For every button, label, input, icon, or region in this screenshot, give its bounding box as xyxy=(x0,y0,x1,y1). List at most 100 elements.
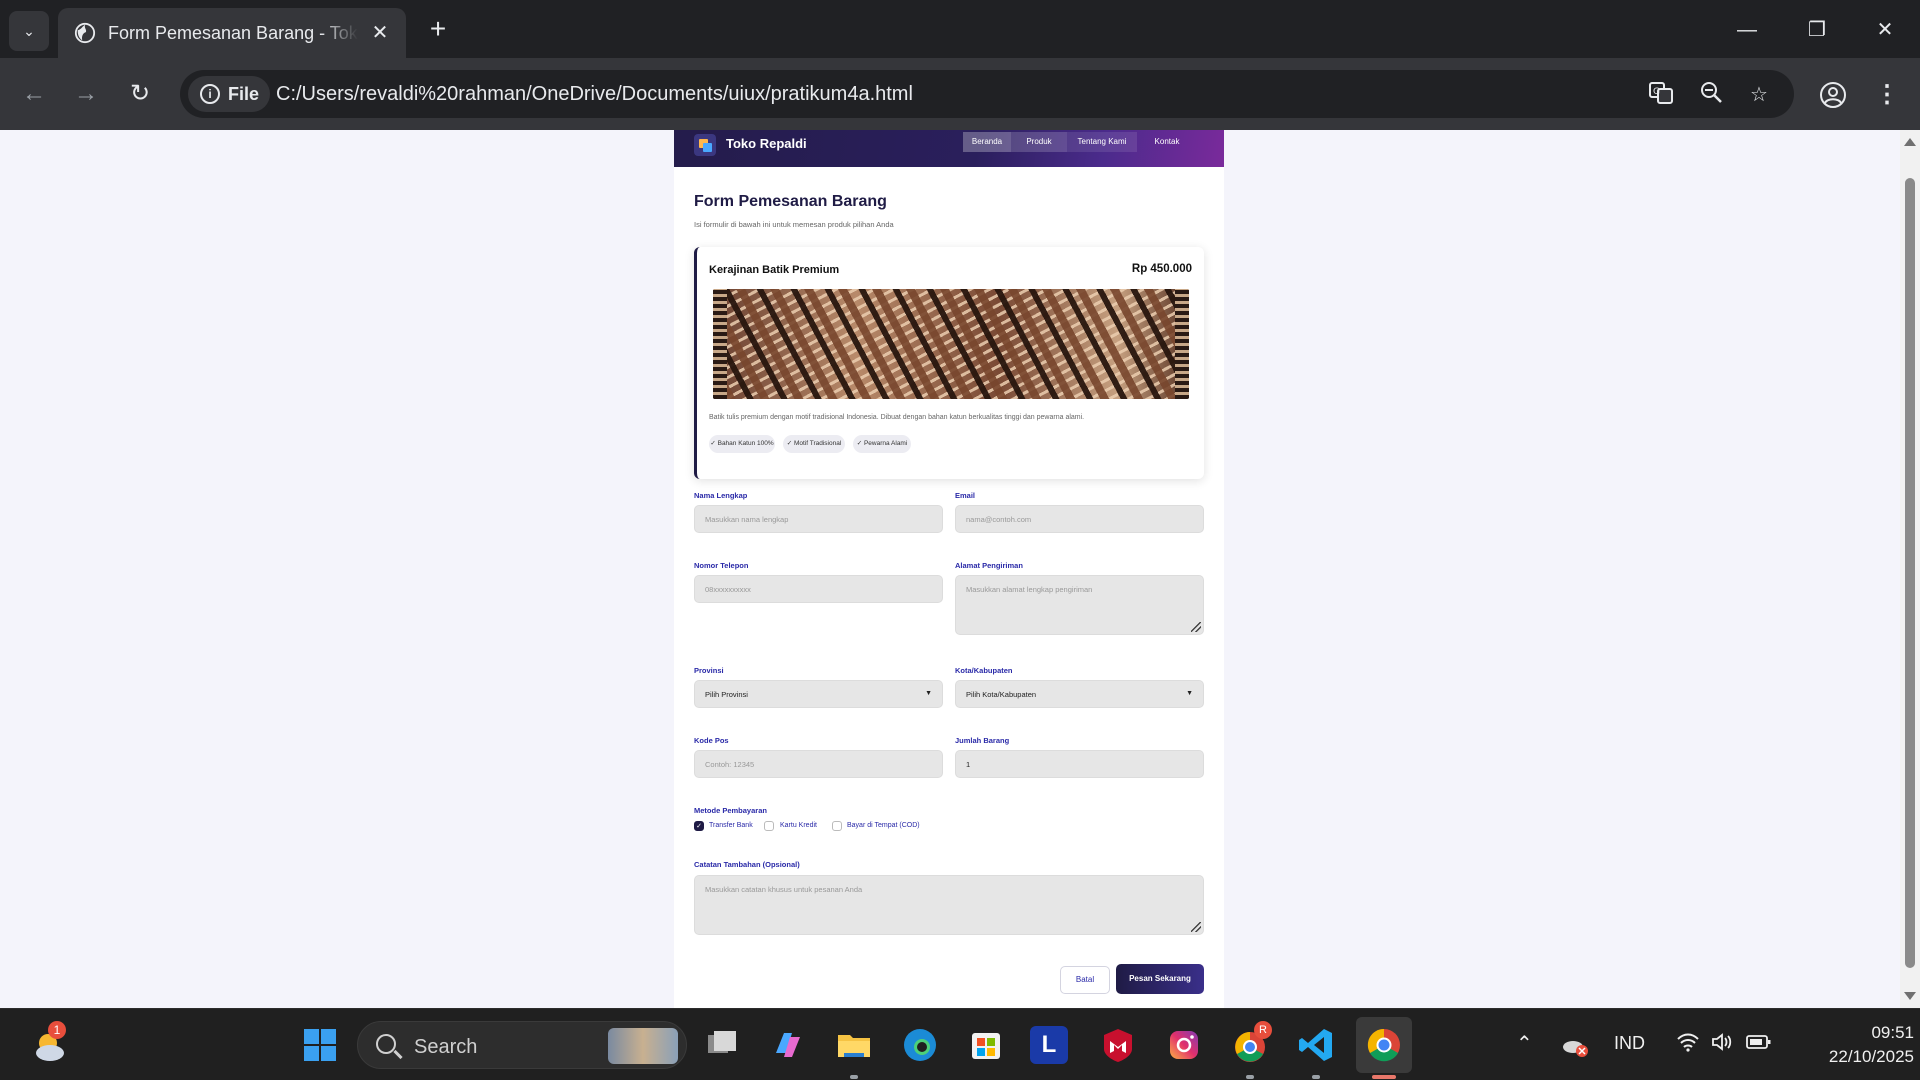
jumlah-label: Jumlah Barang xyxy=(955,736,1010,745)
info-icon: i xyxy=(200,84,220,104)
taskbar: 1 Search L R ⌃ IND 09:51 22/10/2025 xyxy=(0,1008,1920,1080)
zoom-icon[interactable] xyxy=(1696,80,1726,110)
nav-tentang-kami[interactable]: Tentang Kami xyxy=(1067,132,1137,152)
translate-icon[interactable]: G xyxy=(1646,80,1676,110)
close-window-icon[interactable]: ✕ xyxy=(1860,10,1910,50)
file-explorer-icon[interactable] xyxy=(832,1023,876,1067)
minimize-icon[interactable]: — xyxy=(1722,10,1772,50)
telepon-input[interactable]: 08xxxxxxxxxx xyxy=(694,575,943,603)
resize-handle-icon[interactable] xyxy=(1191,922,1201,932)
running-indicator xyxy=(1246,1075,1254,1079)
payment-cod-checkbox[interactable] xyxy=(832,821,842,831)
restore-icon[interactable]: ❐ xyxy=(1792,10,1842,50)
telepon-placeholder: 08xxxxxxxxxx xyxy=(705,585,751,594)
nama-input[interactable]: Masukkan nama lengkap xyxy=(694,505,943,533)
profile-icon[interactable] xyxy=(1818,80,1848,110)
kodepos-placeholder: Contoh: 12345 xyxy=(705,760,755,769)
url-text[interactable]: C:/Users/revaldi%20rahman/OneDrive/Docum… xyxy=(276,70,913,118)
resize-handle-icon[interactable] xyxy=(1191,622,1201,632)
product-image xyxy=(713,289,1189,399)
dropdown-arrow-icon: ▼ xyxy=(925,690,932,697)
address-bar[interactable]: i File C:/Users/revaldi%20rahman/OneDriv… xyxy=(180,70,1794,118)
reload-icon[interactable]: ↻ xyxy=(124,78,156,110)
product-tag: ✓ Motif Tradisional xyxy=(783,435,845,453)
payment-option-label[interactable]: Transfer Bank xyxy=(709,822,753,829)
tab-list-icon[interactable]: ⌄ xyxy=(9,11,49,51)
email-placeholder: nama@contoh.com xyxy=(966,515,1032,524)
nav-beranda[interactable]: Beranda xyxy=(963,132,1011,152)
order-page: Toko Repaldi Beranda Produk Tentang Kami… xyxy=(674,130,1224,1008)
close-icon[interactable]: ✕ xyxy=(368,21,392,45)
taskbar-search[interactable]: Search xyxy=(357,1021,687,1069)
weather-icon[interactable]: 1 xyxy=(28,1021,72,1067)
catatan-placeholder: Masukkan catatan khusus untuk pesanan An… xyxy=(705,885,863,894)
provinsi-value: Pilih Provinsi xyxy=(705,690,748,699)
back-icon[interactable]: ← xyxy=(18,78,50,110)
order-now-button[interactable]: Pesan Sekarang xyxy=(1116,964,1204,994)
windows-start-icon[interactable] xyxy=(298,1023,342,1067)
browser-toolbar: ← → ↻ i File C:/Users/revaldi%20rahman/O… xyxy=(0,58,1920,130)
svg-text:G: G xyxy=(1653,87,1660,97)
system-clock[interactable]: 09:51 22/10/2025 xyxy=(1794,1021,1914,1069)
payment-transfer-checkbox[interactable]: ✓ xyxy=(694,821,704,831)
provinsi-label: Provinsi xyxy=(694,666,724,675)
clock-time: 09:51 xyxy=(1871,1023,1914,1042)
l-app-icon[interactable]: L xyxy=(1030,1026,1068,1064)
payment-option-label[interactable]: Kartu Kredit xyxy=(780,822,817,829)
mcafee-icon[interactable] xyxy=(1096,1023,1140,1067)
tab-title: Form Pemesanan Barang - Toko Repaldi xyxy=(108,23,358,43)
alamat-textarea[interactable]: Masukkan alamat lengkap pengiriman xyxy=(955,575,1204,635)
scroll-down-icon[interactable] xyxy=(1904,992,1916,1000)
cancel-button[interactable]: Batal xyxy=(1060,966,1110,994)
forward-icon[interactable]: → xyxy=(70,78,102,110)
wifi-icon[interactable] xyxy=(1676,1031,1700,1058)
task-view-icon[interactable] xyxy=(700,1023,744,1067)
payment-option-label[interactable]: Bayar di Tempat (COD) xyxy=(847,822,920,829)
chrome-active-icon[interactable] xyxy=(1356,1017,1412,1073)
running-indicator xyxy=(1312,1075,1320,1079)
copilot-icon[interactable] xyxy=(766,1023,810,1067)
instagram-icon[interactable] xyxy=(1162,1023,1206,1067)
language-indicator[interactable]: IND xyxy=(1614,1033,1645,1054)
plus-icon[interactable]: + xyxy=(422,14,454,46)
file-chip-label: File xyxy=(228,84,260,104)
telepon-label: Nomor Telepon xyxy=(694,561,749,570)
site-info-chip[interactable]: i File xyxy=(188,76,270,112)
page-title: Form Pemesanan Barang xyxy=(694,193,887,210)
nav-kontak[interactable]: Kontak xyxy=(1137,132,1197,152)
scroll-thumb[interactable] xyxy=(1905,178,1915,968)
email-field[interactable]: nama@contoh.com xyxy=(955,505,1204,533)
kota-select[interactable]: Pilih Kota/Kabupaten ▼ xyxy=(955,680,1204,708)
catatan-textarea[interactable]: Masukkan catatan khusus untuk pesanan An… xyxy=(694,875,1204,935)
onedrive-error-icon[interactable] xyxy=(1560,1031,1590,1061)
payment-kartu-checkbox[interactable] xyxy=(764,821,774,831)
page-viewport: Toko Repaldi Beranda Produk Tentang Kami… xyxy=(0,130,1900,1008)
browser-tab[interactable]: Form Pemesanan Barang - Toko Repaldi ✕ xyxy=(58,8,406,58)
kodepos-input[interactable]: Contoh: 12345 xyxy=(694,750,943,778)
provinsi-select[interactable]: Pilih Provinsi ▼ xyxy=(694,680,943,708)
payment-label: Metode Pembayaran xyxy=(694,806,767,815)
product-card: Kerajinan Batik Premium Rp 450.000 Batik… xyxy=(694,247,1204,479)
nav-produk[interactable]: Produk xyxy=(1011,132,1067,152)
edge-icon[interactable] xyxy=(898,1023,942,1067)
microsoft-store-icon[interactable] xyxy=(964,1023,1008,1067)
chevron-up-icon[interactable]: ⌃ xyxy=(1516,1031,1533,1056)
vscode-icon[interactable] xyxy=(1294,1023,1338,1067)
volume-icon[interactable] xyxy=(1710,1031,1734,1058)
alamat-placeholder: Masukkan alamat lengkap pengiriman xyxy=(966,585,1093,594)
search-label: Search xyxy=(414,1036,478,1058)
kodepos-label: Kode Pos xyxy=(694,736,729,745)
globe-icon xyxy=(74,22,96,44)
battery-icon[interactable] xyxy=(1746,1033,1772,1056)
product-tag: ✓ Pewarna Alami xyxy=(853,435,911,453)
scroll-up-icon[interactable] xyxy=(1904,138,1916,146)
chrome-profile-icon[interactable]: R xyxy=(1228,1021,1272,1067)
page-subtitle: Isi formulir di bawah ini untuk memesan … xyxy=(694,220,894,229)
quantity-input[interactable]: 1 xyxy=(955,750,1204,778)
vertical-scrollbar[interactable] xyxy=(1900,130,1920,1008)
alamat-label: Alamat Pengiriman xyxy=(955,561,1023,570)
star-icon[interactable]: ☆ xyxy=(1744,80,1774,110)
kebab-menu-icon[interactable]: ⋮ xyxy=(1872,78,1902,112)
browser-tabbar: ⌄ Form Pemesanan Barang - Toko Repaldi ✕… xyxy=(0,0,1920,58)
product-price: Rp 450.000 xyxy=(1131,263,1192,275)
